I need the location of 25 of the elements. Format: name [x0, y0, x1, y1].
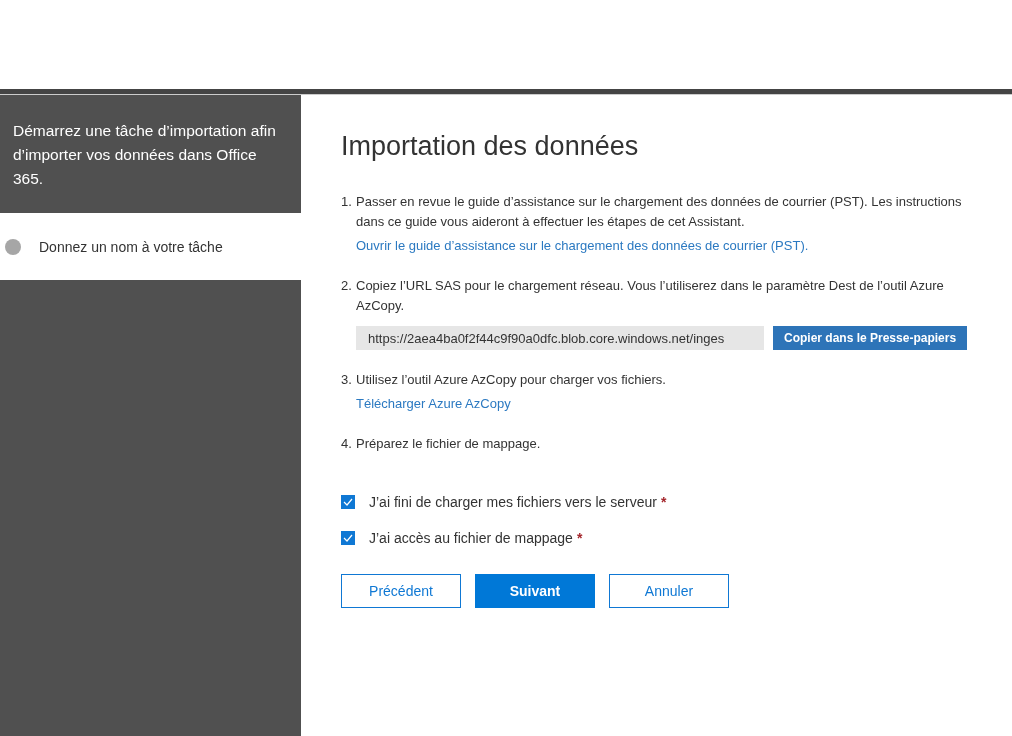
required-mark: *: [660, 494, 667, 510]
step-number: 2.: [341, 277, 353, 295]
next-button[interactable]: Suivant: [475, 574, 595, 608]
action-button[interactable]: Précédent: [341, 574, 461, 608]
copy-button[interactable]: Copier dans le Presse-papiers: [773, 326, 968, 350]
action-button[interactable]: Annuler: [609, 574, 729, 608]
checkbox[interactable]: [341, 495, 355, 509]
step-number: 4.: [341, 435, 353, 453]
intro-text: Démarrez une tâche d’importation afin d’importer vos données dans Office 365.: [13, 121, 277, 189]
page-title: Importation des données: [341, 131, 640, 162]
required-mark: *: [576, 530, 583, 546]
checkbox-label: J’ai fini de charger mes fichiers vers le serveur: [369, 494, 657, 510]
checkbox-label: J’ai accès au fichier de mappage: [369, 530, 573, 546]
step-number: 3.: [341, 371, 353, 389]
url-field[interactable]: https://2aea4ba0f2f44c9f90a0dfc.blob.core.windows.net/inges: [356, 326, 764, 350]
step-number: 1.: [341, 193, 353, 211]
link[interactable]: Ouvrir le guide d’assistance sur le chargement des données de courrier (PST).: [356, 236, 992, 256]
sidebar-step[interactable]: Donnez un nom à votre tâche: [0, 213, 301, 280]
checkbox[interactable]: [341, 531, 355, 545]
step-text: Utilisez l’outil Azure AzCopy pour charger vos fichiers.: [356, 371, 667, 389]
step-dot-icon: [5, 238, 21, 255]
step-text: Passer en revue le guide d’assistance sur le chargement des données de courrier (PST). Les instructions dans ce guide vous aideront à effectuer les étapes de cet Assistant.: [356, 193, 963, 231]
step-text: Copiez l’URL SAS pour le chargement réseau. Vous l’utiliserez dans le paramètre Dest de l’outil Azure AzCopy.: [356, 277, 945, 315]
link[interactable]: Télécharger Azure AzCopy: [356, 394, 992, 414]
step-text: Préparez le fichier de mappage.: [356, 435, 542, 453]
